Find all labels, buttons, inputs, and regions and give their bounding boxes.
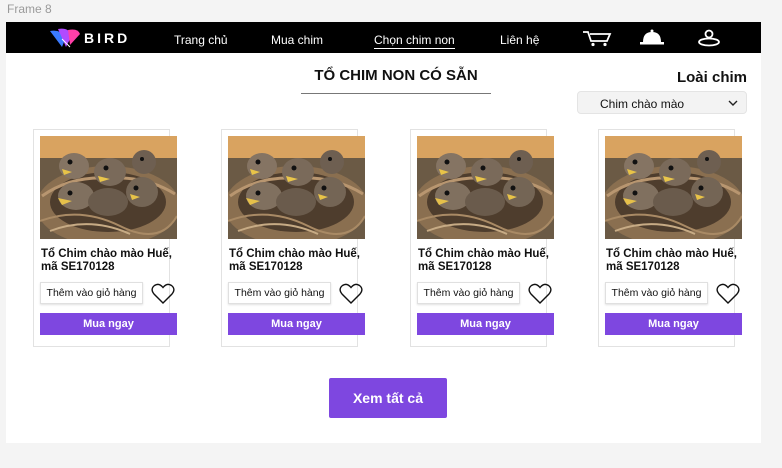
add-to-cart-button[interactable]: Thêm vào giỏ hàng xyxy=(417,282,520,304)
nav-item-home[interactable]: Trang chủ xyxy=(174,33,228,47)
select-value: Chim chào mào xyxy=(600,97,685,111)
logo-text: BIRD xyxy=(84,30,131,46)
bird-species-select[interactable]: Chim chào mào xyxy=(577,91,747,114)
product-card: Tổ Chim chào mào Huế, mã SE170128 Thêm v… xyxy=(410,129,554,347)
product-title: Tổ Chim chào mào Huế, mã SE170128 xyxy=(418,248,549,273)
user-icon[interactable] xyxy=(696,29,722,47)
buy-now-button[interactable]: Mua ngay xyxy=(228,313,365,335)
filter-label: Loài chim xyxy=(676,69,747,86)
bird-logo-icon xyxy=(50,28,80,48)
add-to-cart-button[interactable]: Thêm vào giỏ hàng xyxy=(40,282,143,304)
page-frame: BIRD Trang chủ Mua chim Chọn chim non Li… xyxy=(6,22,761,443)
heart-icon[interactable] xyxy=(339,283,363,305)
nav-item-buy-birds[interactable]: Mua chim xyxy=(271,33,323,47)
heart-icon[interactable] xyxy=(151,283,175,305)
product-title: Tổ Chim chào mào Huế, mã SE170128 xyxy=(229,248,360,273)
heart-icon[interactable] xyxy=(716,283,740,305)
add-to-cart-button[interactable]: Thêm vào giỏ hàng xyxy=(228,282,331,304)
product-image xyxy=(417,136,554,239)
chevron-down-icon xyxy=(728,100,738,106)
title-underline xyxy=(301,93,491,94)
heart-icon[interactable] xyxy=(528,283,552,305)
product-card: Tổ Chim chào mào Huế, mã SE170128 Thêm v… xyxy=(33,129,177,347)
buy-now-button[interactable]: Mua ngay xyxy=(40,313,177,335)
add-to-cart-button[interactable]: Thêm vào giỏ hàng xyxy=(605,282,708,304)
product-title: Tổ Chim chào mào Huế, mã SE170128 xyxy=(606,248,737,273)
nav-item-contact[interactable]: Liên hệ xyxy=(500,33,539,47)
nav-item-choose-chicks[interactable]: Chọn chim non xyxy=(374,33,455,49)
product-title: Tổ Chim chào mào Huế, mã SE170128 xyxy=(41,248,172,273)
buy-now-button[interactable]: Mua ngay xyxy=(417,313,554,335)
section-title: TỔ CHIM NON CÓ SẴN xyxy=(314,67,478,84)
logo[interactable]: BIRD xyxy=(48,27,130,49)
buy-now-button[interactable]: Mua ngay xyxy=(605,313,742,335)
product-image xyxy=(605,136,742,239)
cart-icon[interactable] xyxy=(582,29,612,47)
product-card: Tổ Chim chào mào Huế, mã SE170128 Thêm v… xyxy=(598,129,742,347)
product-card: Tổ Chim chào mào Huế, mã SE170128 Thêm v… xyxy=(221,129,365,347)
product-image xyxy=(40,136,177,239)
view-all-button[interactable]: Xem tất cả xyxy=(329,378,447,418)
navbar: BIRD Trang chủ Mua chim Chọn chim non Li… xyxy=(6,22,761,53)
bell-icon[interactable] xyxy=(638,29,666,47)
product-image xyxy=(228,136,365,239)
frame-label: Frame 8 xyxy=(7,2,52,16)
